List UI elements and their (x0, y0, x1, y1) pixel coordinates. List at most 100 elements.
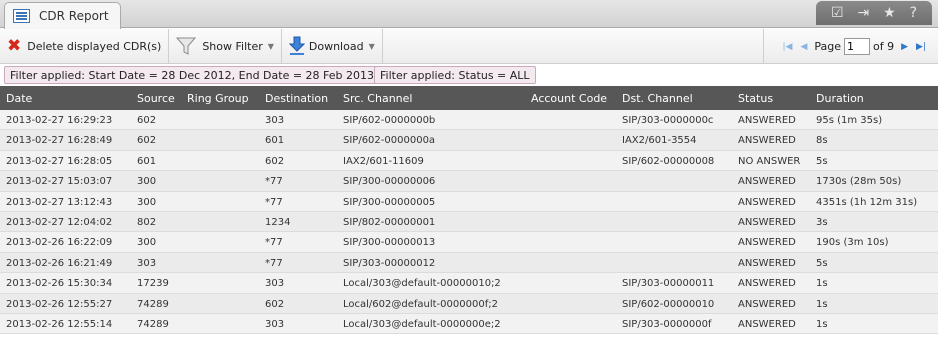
table-row[interactable]: 2013-02-27 16:28:49 602 601 SIP/602-0000… (0, 130, 938, 151)
cell-destination: 602 (265, 155, 285, 167)
pagination: |◀ ◀ Page of 9 ▶ ▶| (763, 29, 930, 64)
cell-destination: 303 (265, 318, 285, 330)
tab-cdr-report[interactable]: CDR Report (4, 2, 121, 29)
cell-date: 2013-02-26 16:22:09 (6, 237, 113, 249)
delete-cdrs-button[interactable]: ✖ Delete displayed CDR(s) (0, 28, 170, 64)
next-page-icon[interactable]: ▶ (901, 42, 908, 52)
cell-dst-channel: SIP/303-0000000f (622, 318, 712, 330)
toolbar: ✖ Delete displayed CDR(s) Show Filter ▼ … (0, 28, 938, 64)
show-filter-button[interactable]: Show Filter ▼ (169, 28, 282, 64)
table-row[interactable]: 2013-02-27 12:04:02 802 1234 SIP/802-000… (0, 211, 938, 233)
cell-destination: 303 (265, 115, 285, 126)
cell-dst-channel: SIP/602-00000008 (622, 155, 715, 167)
show-filter-label: Show Filter (202, 39, 263, 53)
funnel-icon (176, 37, 197, 55)
cell-src-channel: Local/303@default-0000000e;2 (343, 318, 501, 330)
download-label: Download (308, 39, 364, 53)
cell-duration: 8s (816, 135, 828, 147)
cell-duration: 1s (816, 298, 828, 310)
prev-page-icon[interactable]: ◀ (800, 42, 807, 52)
filter-chip-status: Filter applied: Status = ALL (374, 66, 536, 84)
edit-icon[interactable]: ☑ (831, 6, 844, 20)
cell-dst-channel: SIP/303-0000000c (622, 115, 714, 126)
col-account-code[interactable]: Account Code (531, 92, 607, 105)
col-dst-channel[interactable]: Dst. Channel (622, 92, 693, 105)
cell-status: ANSWERED (738, 298, 796, 310)
table-row[interactable]: 2013-02-26 12:55:14 74289 303 Local/303@… (0, 313, 938, 335)
cell-status: ANSWERED (738, 257, 796, 269)
col-src-channel[interactable]: Src. Channel (343, 92, 412, 105)
cell-duration: 190s (3m 10s) (816, 237, 889, 249)
cell-destination: *77 (265, 237, 283, 249)
cell-source: 74289 (137, 298, 169, 310)
filter-chip-date-label: Filter applied: Start Date = 28 Dec 2012… (10, 68, 375, 82)
col-duration[interactable]: Duration (816, 92, 864, 105)
cell-src-channel: SIP/303-00000012 (343, 257, 436, 269)
cell-date: 2013-02-27 12:04:02 (6, 216, 113, 228)
download-button[interactable]: Download ▼ (282, 28, 383, 64)
report-icon (13, 9, 30, 23)
cell-date: 2013-02-26 16:21:49 (6, 257, 113, 269)
cell-duration: 5s (816, 257, 828, 269)
page-count-label: of 9 (873, 40, 895, 53)
filter-chip-status-label: Filter applied: Status = ALL (380, 68, 530, 82)
cell-destination: *77 (265, 257, 283, 269)
applied-filters: Filter applied: Start Date = 28 Dec 2012… (0, 64, 938, 86)
cell-date: 2013-02-27 13:12:43 (6, 196, 113, 208)
table-row[interactable]: 2013-02-27 16:29:23 602 303 SIP/602-0000… (0, 110, 938, 131)
cell-source: 802 (137, 216, 157, 228)
cell-source: 601 (137, 155, 157, 167)
cell-duration: 3s (816, 216, 828, 228)
cell-destination: 601 (265, 135, 285, 147)
last-page-icon[interactable]: ▶| (916, 42, 926, 52)
cell-status: ANSWERED (738, 278, 796, 290)
table-row[interactable]: 2013-02-26 16:22:09 300 *77 SIP/300-0000… (0, 232, 938, 253)
cell-src-channel: SIP/602-0000000a (343, 135, 436, 147)
cell-status: ANSWERED (738, 135, 796, 147)
cell-src-channel: SIP/602-0000000b (343, 115, 436, 126)
cell-status: ANSWERED (738, 318, 796, 330)
cell-date: 2013-02-27 16:28:49 (6, 135, 113, 147)
tab-bar: CDR Report ☑ ⇥ ★ ? (0, 0, 938, 29)
cell-src-channel: Local/602@default-0000000f;2 (343, 298, 498, 310)
cell-source: 602 (137, 115, 157, 126)
first-page-icon[interactable]: |◀ (782, 42, 792, 52)
star-icon[interactable]: ★ (883, 6, 896, 20)
cell-duration: 5s (816, 155, 828, 167)
cell-duration: 95s (1m 35s) (816, 115, 883, 126)
cell-source: 602 (137, 135, 157, 147)
cell-date: 2013-02-26 12:55:14 (6, 318, 113, 330)
table-row[interactable]: 2013-02-26 15:30:34 17239 303 Local/303@… (0, 273, 938, 294)
cell-destination: 602 (265, 298, 285, 310)
cell-status: ANSWERED (738, 176, 796, 188)
pin-icon[interactable]: ⇥ (857, 6, 869, 20)
cell-source: 74289 (137, 318, 169, 330)
cell-destination: 1234 (265, 216, 291, 228)
page-number-input[interactable] (844, 38, 870, 55)
table-row[interactable]: 2013-02-27 16:28:05 601 602 IAX2/601-116… (0, 150, 938, 172)
cell-status: ANSWERED (738, 196, 796, 208)
cell-destination: *77 (265, 196, 283, 208)
col-destination[interactable]: Destination (265, 92, 328, 105)
cell-status: NO ANSWER (738, 155, 801, 167)
download-icon (288, 36, 305, 55)
cell-date: 2013-02-27 16:29:23 (6, 115, 113, 126)
cell-source: 300 (137, 237, 157, 249)
cell-src-channel: SIP/802-00000001 (343, 216, 436, 228)
cell-destination: 303 (265, 278, 285, 290)
cell-status: ANSWERED (738, 115, 796, 126)
col-status[interactable]: Status (738, 92, 773, 105)
help-icon[interactable]: ? (910, 6, 917, 20)
table-row[interactable]: 2013-02-27 15:03:07 300 *77 SIP/300-0000… (0, 171, 938, 192)
cell-date: 2013-02-26 15:30:34 (6, 278, 113, 290)
delete-x-icon: ✖ (7, 35, 22, 56)
cell-duration: 4351s (1h 12m 31s) (816, 196, 918, 208)
table-row[interactable]: 2013-02-26 16:21:49 303 *77 SIP/303-0000… (0, 252, 938, 274)
tab-label: CDR Report (39, 9, 109, 23)
table-row[interactable]: 2013-02-26 12:55:27 74289 602 Local/602@… (0, 293, 938, 314)
col-date[interactable]: Date (6, 92, 32, 105)
delete-cdrs-label: Delete displayed CDR(s) (27, 39, 162, 53)
col-source[interactable]: Source (137, 92, 175, 105)
table-row[interactable]: 2013-02-27 13:12:43 300 *77 SIP/300-0000… (0, 191, 938, 212)
col-ring-group[interactable]: Ring Group (187, 92, 249, 105)
